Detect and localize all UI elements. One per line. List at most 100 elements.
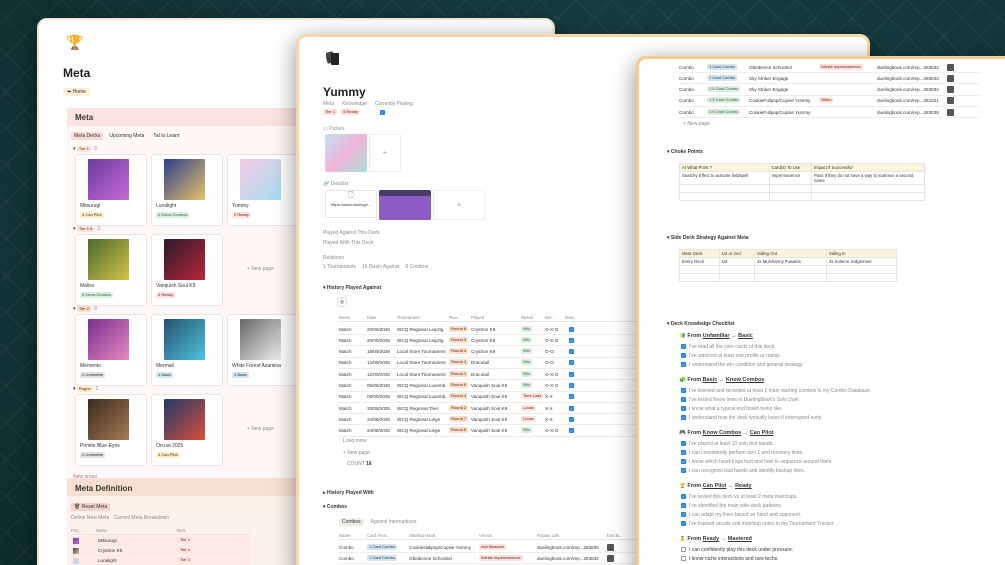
table-cell[interactable]: Pass if they do not have a way to summon…	[810, 171, 926, 185]
checkbox[interactable]: ✓	[681, 494, 686, 500]
combo-header-4[interactable]: Replay Link	[537, 533, 607, 538]
end-board-thumbnail[interactable]	[607, 554, 614, 562]
checklist-item[interactable]: ✓ I've read all the core cards of this de…	[681, 344, 776, 350]
add-decklist-button[interactable]: +	[433, 190, 485, 220]
table-row[interactable]: Crystron K9 Tier 1	[71, 546, 251, 556]
definition-header-0[interactable]: Pict...	[71, 528, 96, 533]
checklist-item[interactable]: ✓ I know which hand-traps hurt and how to…	[681, 459, 833, 465]
currently-playing-checkbox[interactable]: ✓	[379, 109, 385, 115]
end-board-thumbnail[interactable]	[947, 97, 954, 105]
deck-card[interactable]: Vanquish Soul K9 0 Ready	[151, 234, 223, 306]
history-with-toggle[interactable]: ▸ History Played With	[323, 490, 374, 496]
deck-card[interactable]: Maliss 0 Know Combos	[75, 234, 147, 306]
meta-view-tab-0[interactable]: Meta Decks	[71, 132, 104, 140]
definition-header-1[interactable]: Name	[96, 528, 176, 533]
checkbox[interactable]: ✓	[681, 406, 686, 412]
combo-tab-0[interactable]: Combos	[339, 518, 364, 526]
checkbox[interactable]: ✓	[681, 388, 686, 394]
table-cell[interactable]: Impermanence	[768, 171, 812, 185]
history-header-2[interactable]: Tournament	[397, 315, 449, 320]
checkbox[interactable]: ✓	[681, 512, 686, 518]
end-board-thumbnail[interactable]	[947, 63, 954, 71]
history-header-0[interactable]: Name	[339, 315, 367, 320]
group-header-2[interactable]: ▾ Tier 23	[73, 306, 97, 312]
stage-to[interactable]: Basic	[738, 333, 753, 339]
history-header-4[interactable]: Played	[471, 315, 521, 320]
table-row[interactable]: Combo 1.5 Card Combo CookieFullpop/Cupsie …	[679, 107, 979, 119]
table-cell[interactable]: Snatchy Effect to activate fieldspell	[679, 171, 770, 185]
table-row[interactable]: Match 20/09/2025 WCQ Regional Leipzig Round…	[339, 324, 639, 335]
played-against-link[interactable]: Played Against This Deck	[323, 230, 380, 236]
deck-card[interactable]: Primite Blue-Eyes 2 Unfamiliar	[75, 394, 147, 466]
relation-link-1[interactable]: 16 Duels Against	[362, 264, 400, 270]
checkbox[interactable]: ✓	[681, 441, 686, 447]
checkbox[interactable]	[681, 547, 686, 553]
decklist-link-card[interactable]: 🗋 https://www.duelingb...	[325, 190, 377, 218]
meta-view-tab-1[interactable]: Upcoming Meta	[106, 132, 147, 140]
checklist-item[interactable]: ✓ I understand how the deck typically los…	[681, 415, 822, 421]
stage-to[interactable]: Mastered	[728, 536, 752, 542]
empty-row[interactable]	[679, 265, 898, 274]
history-header-7[interactable]: Dow...	[565, 315, 581, 320]
table-row[interactable]: Lunalight Tier 1	[71, 556, 251, 565]
checkbox[interactable]: ✓	[681, 353, 686, 359]
checklist-item[interactable]: ✓ I've watched at least one profile or re…	[681, 353, 781, 359]
table-cell[interactable]: 3x Mulcharmy Fuwalos	[754, 257, 827, 266]
combo-header-0[interactable]: Name	[339, 533, 367, 538]
checkbox[interactable]: ✓	[681, 362, 686, 368]
combo-header-1[interactable]: Card Amo...	[367, 533, 409, 538]
history-header-1[interactable]: Date	[367, 315, 397, 320]
deck-card[interactable]: Mitsurugi 4 Can Pilot	[75, 154, 147, 226]
checkbox[interactable]	[681, 556, 686, 562]
table-row[interactable]: Snatchy Effect to activate fieldspell Imp…	[679, 171, 926, 185]
checklist-item[interactable]: ✓ I understand the win condition and gene…	[681, 362, 803, 368]
stage-to[interactable]: Know Combos	[726, 377, 765, 383]
downloaded-checkbox[interactable]: ✓	[569, 383, 574, 388]
combo-header-5[interactable]: End B...	[607, 533, 633, 538]
meta-tier-tag[interactable]: Tier 1	[323, 109, 338, 115]
checkbox[interactable]: ✓	[681, 459, 686, 465]
downloaded-checkbox[interactable]: ✓	[569, 371, 574, 377]
empty-row[interactable]	[679, 184, 926, 193]
checkbox[interactable]: ✓	[681, 344, 686, 350]
stage-to[interactable]: Ready	[735, 483, 752, 489]
end-board-thumbnail[interactable]	[947, 108, 954, 116]
table-row[interactable]: Match 20/09/2025 WCQ Regional Leipzig Round…	[339, 335, 639, 347]
home-button[interactable]: ⬅ Home	[63, 88, 90, 96]
definition-header-2[interactable]: Tiers	[176, 528, 236, 533]
relation-link-2[interactable]: 6 Combos	[406, 264, 429, 270]
end-board-thumbnail[interactable]	[947, 86, 954, 94]
table-row[interactable]: Mitsurugi Tier 1	[71, 536, 251, 546]
table-row[interactable]: Match 24/08/2025 WCQ Regional Liège Round 6…	[339, 426, 639, 437]
table-row[interactable]: Combo 1 Card Combo Sky Striker Engage dueli…	[679, 73, 979, 85]
table-row[interactable]: Match 12/09/2025 Local Store Tournament Rou…	[339, 358, 639, 369]
new-page-card[interactable]: + New page	[247, 266, 274, 272]
checklist-item[interactable]: ✓ I can recognize bad hands and identify …	[681, 468, 805, 474]
checkbox[interactable]: ✓	[681, 397, 686, 403]
group-header-0[interactable]: ▾ Tier 13	[73, 146, 97, 152]
history-against-toggle[interactable]: ▾ History Played Against	[323, 285, 381, 291]
table-row[interactable]: Every Deck 1st 3x Mulcharmy Fuwalos 3x Sole…	[679, 257, 898, 266]
stage-from[interactable]: Know Combos	[703, 430, 742, 436]
deck-card[interactable]: Mermail 1 Basic	[151, 314, 223, 386]
deck-card[interactable]: Orcust 2025 4 Can Pilot	[151, 394, 223, 466]
stage-from[interactable]: Ready	[703, 536, 720, 542]
end-board-thumbnail[interactable]	[607, 543, 614, 551]
checklist-item[interactable]: ✓ I can adapt my lines based on hand and …	[681, 512, 801, 518]
table-row[interactable]: Match 12/09/2025 Local Store Tournament Rou…	[339, 369, 639, 381]
new-page-button-combos[interactable]: + New page	[683, 121, 710, 127]
checkbox[interactable]: ✓	[681, 521, 686, 527]
downloaded-checkbox[interactable]: ✓	[569, 405, 574, 411]
checklist-item[interactable]: ✓ I can consistently perform turn 1 and r…	[681, 450, 804, 456]
checkbox[interactable]: ✓	[681, 468, 686, 474]
reset-meta-button[interactable]: 🗑 Reset Meta	[71, 503, 111, 511]
stage-from[interactable]: Unfamiliar	[703, 333, 730, 339]
downloaded-checkbox[interactable]: ✓	[569, 428, 574, 434]
history-header-6[interactable]: Del...	[545, 315, 565, 320]
downloaded-checkbox[interactable]: ✓	[569, 337, 574, 343]
downloaded-checkbox[interactable]: ✓	[569, 416, 574, 422]
played-with-link[interactable]: Played With This Deck	[323, 240, 373, 246]
deck-card[interactable]: White Forest Azamina 1 Basic	[227, 314, 299, 386]
checklist-item[interactable]: ✓ I've tested this deck vs at least 2 met…	[681, 494, 798, 500]
table-row[interactable]: Match 06/09/2025 WCQ Regional Luxemb. Round…	[339, 381, 639, 392]
